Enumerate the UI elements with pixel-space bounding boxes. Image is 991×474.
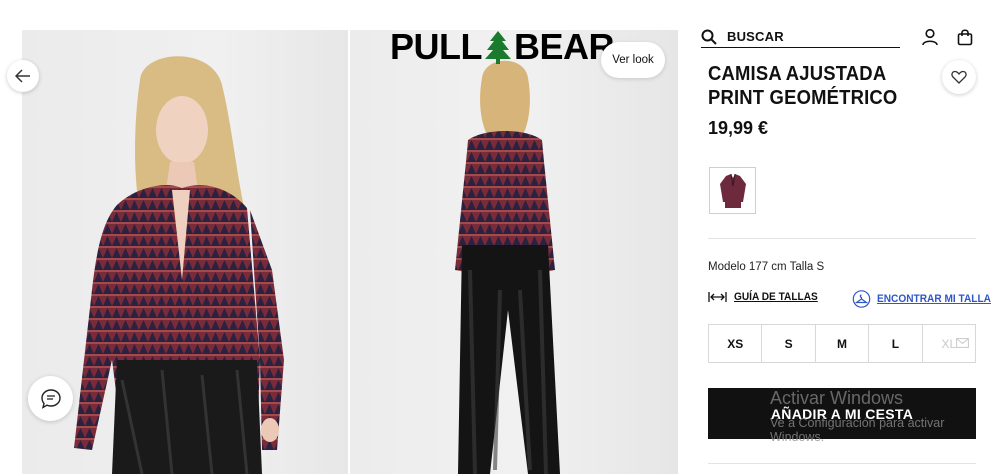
product-photo-back[interactable] xyxy=(350,30,678,474)
ruler-icon xyxy=(708,292,727,302)
logo-text-left: PULL xyxy=(390,26,483,67)
chat-button[interactable] xyxy=(28,376,73,421)
brand-logo[interactable]: PULL BEAR xyxy=(390,26,616,68)
size-guide-label: GUÍA DE TALLAS xyxy=(734,291,818,303)
size-guide-link[interactable]: GUÍA DE TALLAS xyxy=(708,291,825,303)
size-option-m[interactable]: M xyxy=(816,325,870,362)
back-arrow-button[interactable] xyxy=(7,60,39,92)
tree-icon xyxy=(485,31,511,64)
model-info: Modelo 177 cm Talla S xyxy=(708,261,825,273)
shirt-thumbnail-icon xyxy=(719,173,746,208)
find-my-size-link[interactable]: ENCONTRAR MI TALLA xyxy=(852,290,991,308)
chat-icon xyxy=(40,388,61,409)
find-my-size-label: ENCONTRAR MI TALLA xyxy=(877,293,991,305)
product-price: 19,99 € xyxy=(708,118,769,138)
size-option-xs[interactable]: XS xyxy=(709,325,763,362)
size-xl-label: XL xyxy=(941,336,957,351)
size-option-xl[interactable]: XL xyxy=(923,325,975,362)
search-label: BUSCAR xyxy=(727,29,784,44)
divider xyxy=(708,238,976,239)
user-icon[interactable] xyxy=(921,28,939,46)
hanger-icon xyxy=(852,290,871,308)
ver-look-button[interactable]: Ver look xyxy=(601,42,665,78)
favorite-button[interactable] xyxy=(942,60,976,94)
size-option-s[interactable]: S xyxy=(762,325,816,362)
size-selector: XS S M L XL xyxy=(708,324,976,363)
color-swatch[interactable] xyxy=(709,167,756,214)
logo-text-right: BEAR xyxy=(514,26,615,67)
heart-icon xyxy=(951,70,967,84)
search-input[interactable]: BUSCAR xyxy=(701,26,900,48)
divider xyxy=(708,463,976,464)
mail-notify-icon[interactable] xyxy=(956,338,969,348)
size-option-l[interactable]: L xyxy=(869,325,923,362)
product-gallery xyxy=(22,30,678,474)
arrow-left-icon xyxy=(15,69,30,83)
search-icon xyxy=(701,29,717,45)
bag-icon[interactable] xyxy=(957,28,973,46)
add-to-cart-button[interactable]: AÑADIR A MI CESTA xyxy=(708,388,976,439)
product-title: CAMISA AJUSTADA PRINT GEOMÉTRICO xyxy=(708,62,898,109)
